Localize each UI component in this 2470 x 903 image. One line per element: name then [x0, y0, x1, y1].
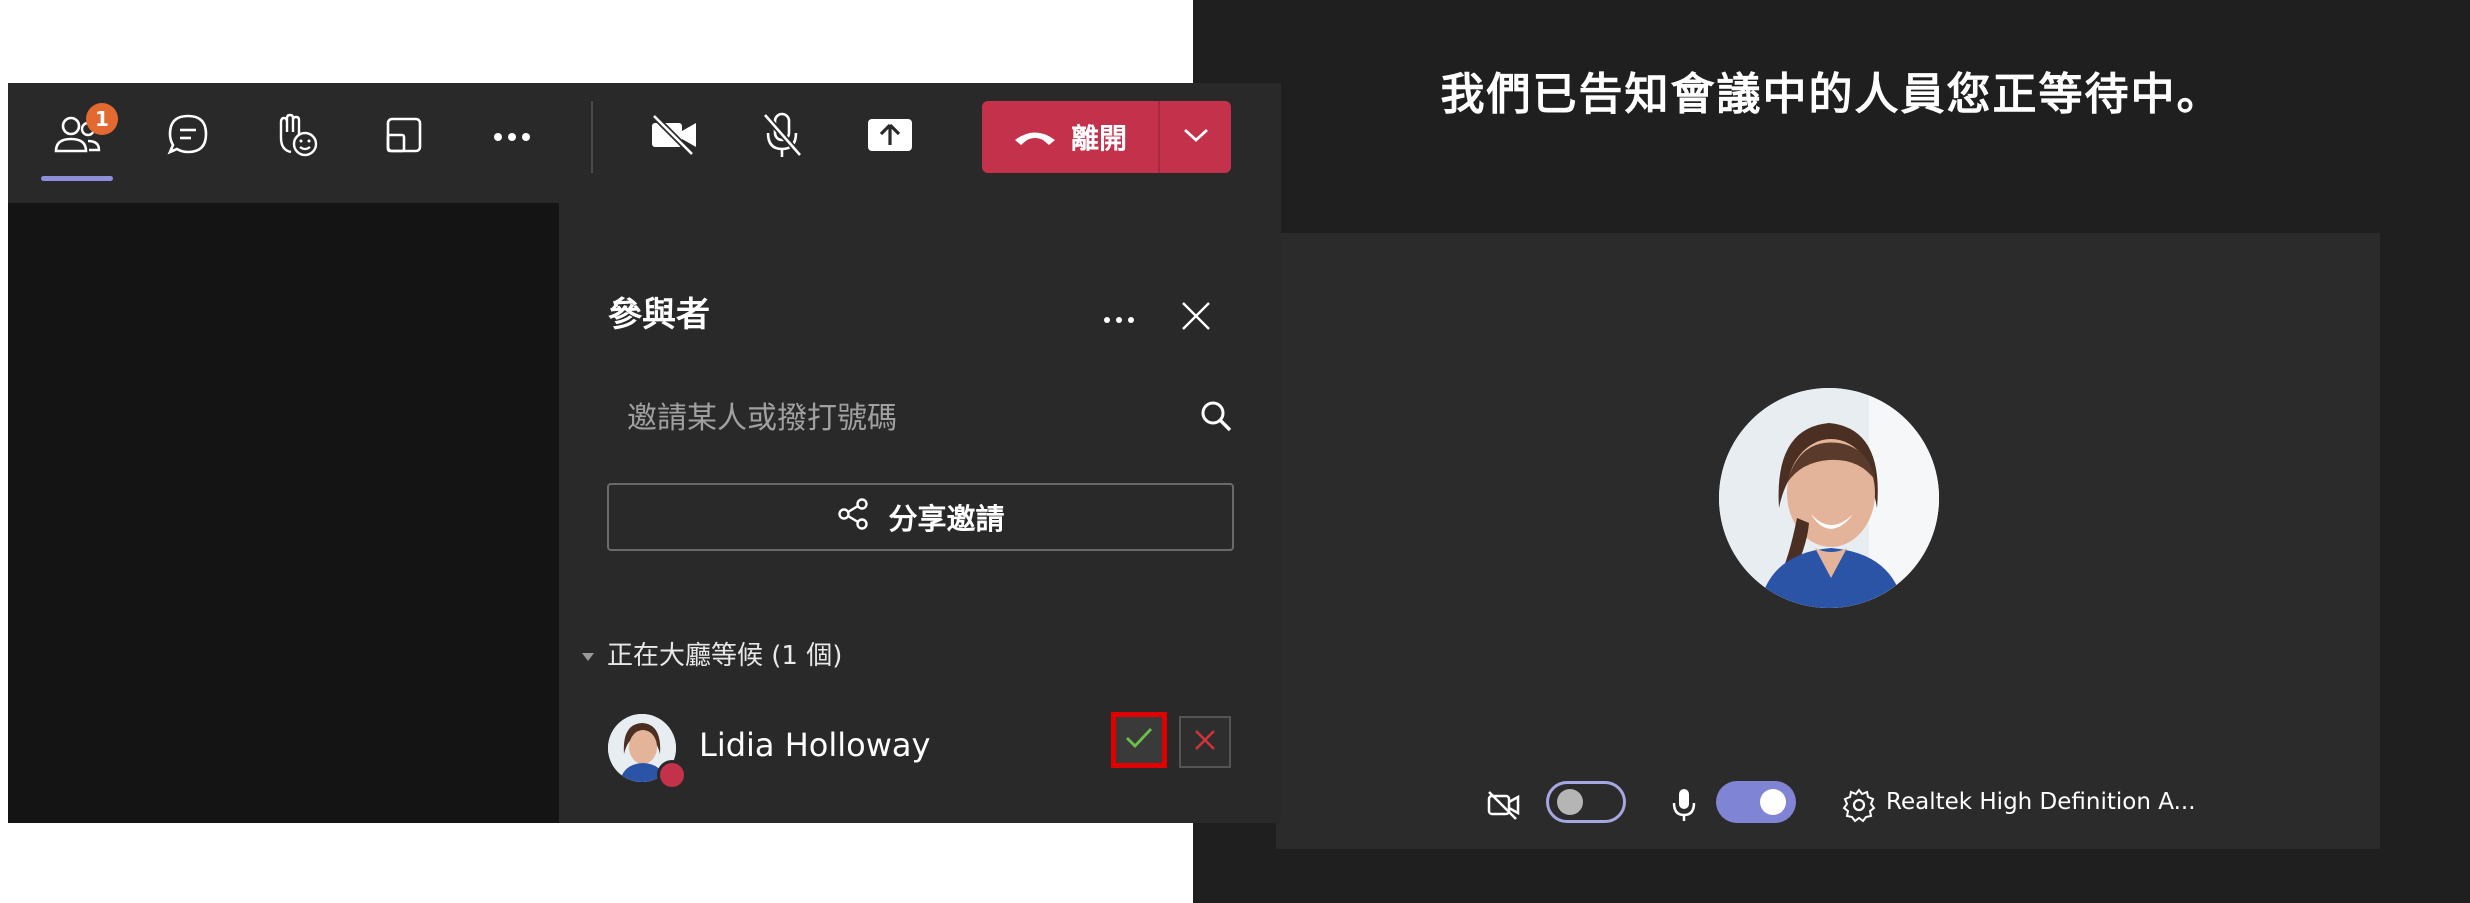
- leave-label: 離開: [1070, 122, 1127, 155]
- more-actions-button[interactable]: [482, 107, 542, 167]
- share-invite-button[interactable]: 分享邀請: [607, 483, 1234, 551]
- share-button[interactable]: [860, 107, 920, 167]
- share-icon: [836, 497, 870, 538]
- pane-title: 參與者: [608, 295, 710, 335]
- status-badge: [657, 760, 687, 790]
- lobby-participant-row: Lidia Holloway: [559, 708, 1281, 790]
- search-icon: [1198, 398, 1234, 438]
- toggle-knob: [1760, 789, 1786, 815]
- device-settings-bar: Realtek High Definition A...: [1486, 781, 2286, 831]
- camera-off-icon: [648, 113, 700, 161]
- toggle-knob: [1557, 789, 1583, 815]
- admit-button[interactable]: [1111, 712, 1167, 768]
- chevron-down-icon: [1182, 127, 1210, 147]
- invite-search-field: [603, 388, 1243, 448]
- participants-pane: 參與者 邀請某人或撥打號碼 分享邀請 正在大廳等候 (1 個) Lidia Ho…: [559, 203, 1281, 823]
- more-icon: [490, 128, 534, 147]
- search-button[interactable]: [1191, 393, 1241, 443]
- audio-device-label[interactable]: Realtek High Definition A...: [1886, 789, 2196, 815]
- leave-button[interactable]: 離開: [982, 101, 1231, 173]
- waiting-message: 我們已告知會議中的人員您正等待中。: [1440, 69, 2223, 120]
- notification-badge: 1: [86, 103, 118, 135]
- leave-options-button[interactable]: [1160, 101, 1231, 173]
- microphone-icon: [1671, 787, 1697, 827]
- meeting-toolbar: 1 離開: [8, 83, 1281, 203]
- camera-button[interactable]: [644, 107, 704, 167]
- share-invite-label: 分享邀請: [888, 502, 1005, 536]
- avatar: [1719, 388, 1939, 608]
- active-tab-indicator: [41, 176, 113, 181]
- share-screen-icon: [866, 115, 914, 159]
- raise-hand-icon: [271, 110, 321, 164]
- deny-button[interactable]: [1179, 716, 1231, 768]
- microphone-button[interactable]: [752, 107, 812, 167]
- leave-main-button[interactable]: 離開: [982, 101, 1158, 173]
- pane-close-button[interactable]: [1171, 293, 1221, 343]
- close-icon: [1193, 728, 1217, 756]
- device-settings-gear-icon[interactable]: [1841, 787, 1877, 827]
- microphone-toggle[interactable]: [1716, 781, 1796, 823]
- pane-more-button[interactable]: [1094, 293, 1144, 343]
- participant-name: Lidia Holloway: [699, 726, 931, 764]
- camera-off-icon: [1486, 789, 1522, 825]
- caret-down-icon: [581, 639, 595, 669]
- camera-toggle[interactable]: [1546, 781, 1626, 823]
- meeting-stage: [8, 203, 559, 823]
- checkmark-icon: [1124, 726, 1154, 754]
- invite-input[interactable]: [603, 388, 1163, 448]
- mic-off-icon: [760, 111, 804, 163]
- close-icon: [1180, 300, 1212, 336]
- chat-icon: [164, 111, 212, 163]
- lobby-section-header[interactable]: 正在大廳等候 (1 個): [581, 635, 842, 672]
- room-view-icon: [382, 113, 426, 161]
- reactions-button[interactable]: [266, 107, 326, 167]
- lobby-waiting-screen: 我們已告知會議中的人員您正等待中。 Realtek High Definitio…: [1193, 0, 2470, 903]
- meeting-window: 1 離開 參與者 邀請某人或撥打號碼 分享邀請 正在大廳等候 (1 個) Lid…: [8, 83, 1281, 823]
- lobby-section-label: 正在大廳等候 (1 個): [607, 641, 843, 671]
- view-button[interactable]: [374, 107, 434, 167]
- phone-hangup-icon: [1013, 121, 1057, 154]
- self-preview-card: Realtek High Definition A...: [1276, 233, 2380, 849]
- more-icon: [1102, 309, 1136, 328]
- toolbar-divider: [591, 101, 593, 173]
- chat-button[interactable]: [158, 107, 218, 167]
